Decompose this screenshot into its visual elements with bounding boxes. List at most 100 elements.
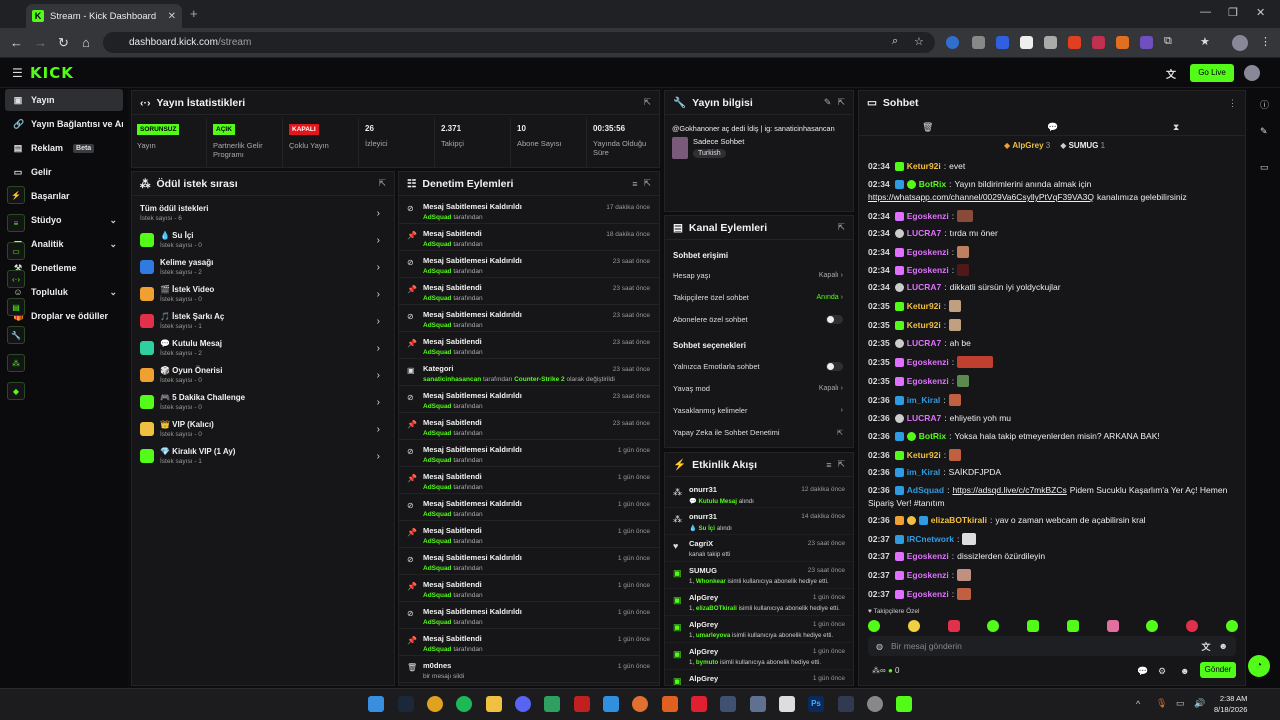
translate-icon[interactable]: 文 xyxy=(1202,640,1211,653)
popout-icon[interactable]: ⇱ xyxy=(837,459,845,470)
wrench-tool-icon[interactable]: 🔧 xyxy=(7,326,25,344)
app-icon[interactable] xyxy=(779,696,795,712)
popout-icon[interactable]: ⇱ xyxy=(837,222,845,233)
home-icon[interactable]: ⌂ xyxy=(82,35,90,50)
trash-icon[interactable]: 🗑 xyxy=(922,122,933,133)
emoji-icon[interactable]: ☻ xyxy=(1219,641,1228,651)
message-username[interactable]: BotRix xyxy=(919,179,946,189)
emote-icon[interactable] xyxy=(907,620,920,632)
mod-action-user[interactable]: AdSquad xyxy=(423,619,452,626)
back-icon[interactable]: ← xyxy=(10,35,23,50)
browser-profile-avatar[interactable] xyxy=(1232,35,1248,51)
mod-action-user[interactable]: AdSquad xyxy=(423,592,452,599)
mod-action-user[interactable]: AdSquad xyxy=(423,403,452,410)
hourglass-icon[interactable]: ⧗ xyxy=(1173,122,1179,133)
setting-slow-mode[interactable]: Yavaş mod Kapalı › xyxy=(665,384,853,393)
start-menu-icon[interactable] xyxy=(368,696,384,712)
app-icon[interactable] xyxy=(544,696,560,712)
extension-icon[interactable] xyxy=(1068,36,1081,49)
chat-tool-icon[interactable]: ▭ xyxy=(7,242,25,260)
setting-banned-words[interactable]: Yasaklanmış kelimeler › xyxy=(665,406,853,415)
popout-icon[interactable]: ⇱ xyxy=(837,97,845,108)
photoshop-app-icon[interactable]: Ps xyxy=(808,696,824,712)
zoom-icon[interactable]: ⌕ xyxy=(892,35,898,48)
list-tool-icon[interactable]: ≡ xyxy=(7,214,25,232)
extensions-puzzle-icon[interactable]: ⧉ xyxy=(1164,35,1172,48)
reward-tool-icon[interactable]: ⁂ xyxy=(7,354,25,372)
app-icon[interactable] xyxy=(750,696,766,712)
mod-action-user[interactable]: AdSquad xyxy=(423,295,452,302)
reward-row[interactable]: Kelime yasağı İstek sayısı - 2 › xyxy=(132,258,394,276)
reload-icon[interactable]: ↻ xyxy=(58,35,69,51)
emote-icon[interactable] xyxy=(1027,620,1040,632)
mod-action-user[interactable]: AdSquad xyxy=(423,430,452,437)
reward-row[interactable]: 🎵 İstek Şarkı Aç İstek sayısı - 1 › xyxy=(132,312,394,330)
edit-icon[interactable]: ✎ xyxy=(824,97,832,108)
message-username[interactable]: Egoskenzi xyxy=(907,570,949,580)
popout-icon[interactable]: ⇱ xyxy=(378,178,386,189)
app-icon[interactable] xyxy=(720,696,736,712)
system-clock[interactable]: 2:38 AM 8/18/2026 xyxy=(1214,693,1247,715)
bookmark-star-icon[interactable]: ☆ xyxy=(914,35,924,48)
translate-icon[interactable]: 文 xyxy=(1166,66,1176,81)
mod-action-user[interactable]: sanaticinhasancan xyxy=(423,376,481,383)
message-username[interactable]: im_Kiral xyxy=(907,467,941,477)
gifter-name[interactable]: AlpGrey xyxy=(1012,141,1043,150)
more-options-icon[interactable]: ⋮ xyxy=(1228,98,1237,109)
emote-only-toggle[interactable] xyxy=(826,362,843,371)
mod-action-user[interactable]: AdSquad xyxy=(423,646,452,653)
message-username[interactable]: Egoskenzi xyxy=(907,357,949,367)
channel-points[interactable]: ⁂∞ ● 0 xyxy=(872,666,899,675)
close-window-icon[interactable]: ✕ xyxy=(1256,6,1265,19)
send-button[interactable]: Gönder xyxy=(1200,662,1236,678)
message-username[interactable]: Ketur92i xyxy=(907,161,941,171)
user-avatar[interactable] xyxy=(1244,65,1260,81)
pencil-icon[interactable]: ✎ xyxy=(1260,126,1268,137)
mod-action-user[interactable]: AdSquad xyxy=(423,565,452,572)
message-username[interactable]: im_Kiral xyxy=(907,395,941,405)
reward-row[interactable]: 💧 Su İçi İstek sayısı - 0 › xyxy=(132,231,394,249)
extension-icon[interactable] xyxy=(1140,36,1153,49)
emote-icon[interactable] xyxy=(1106,620,1119,632)
gifter-name[interactable]: SUMUG xyxy=(1069,141,1099,150)
filter-icon[interactable]: ≡ xyxy=(826,460,831,470)
reward-row[interactable]: 👑 VIP (Kalıcı) İstek sayısı - 0 › xyxy=(132,420,394,438)
mod-action-user[interactable]: AdSquad xyxy=(423,484,452,491)
extension-icon[interactable] xyxy=(1044,36,1057,49)
steam-app-icon[interactable] xyxy=(398,696,414,712)
browser-menu-icon[interactable]: ⋮ xyxy=(1260,35,1271,48)
message-username[interactable]: Egoskenzi xyxy=(907,551,949,561)
message-username[interactable]: LUCRA7 xyxy=(907,338,941,348)
emote-icon[interactable] xyxy=(1146,620,1159,632)
setting-emote-only[interactable]: Yalnızca Emotlarla sohbet xyxy=(665,362,853,371)
extension-icon[interactable] xyxy=(1092,36,1105,49)
extension-icon[interactable] xyxy=(996,36,1009,49)
file-explorer-icon[interactable] xyxy=(486,696,502,712)
go-live-button[interactable]: Go Live xyxy=(1190,64,1234,82)
mod-action-user[interactable]: AdSquad xyxy=(423,241,452,248)
settings-gear-icon[interactable]: ⚙ xyxy=(1158,666,1166,677)
app-icon[interactable] xyxy=(603,696,619,712)
chrome-app-icon[interactable] xyxy=(427,696,443,712)
code-tool-icon[interactable]: ‹·› xyxy=(7,270,25,288)
gift-tool-icon[interactable]: ◆ xyxy=(7,382,25,400)
mod-action-user[interactable]: AdSquad xyxy=(423,214,452,221)
emote-icon[interactable] xyxy=(868,620,880,632)
mod-action-user[interactable]: AdSquad xyxy=(423,268,452,275)
setting-followers-only[interactable]: Takipçilere özel sohbet Anında › xyxy=(665,293,853,302)
extension-icon[interactable] xyxy=(1020,36,1033,49)
setting-ai-moderation[interactable]: Yapay Zeka ile Sohbet Denetimi ⇱ xyxy=(665,428,853,437)
info-icon[interactable]: ⓘ xyxy=(1260,98,1269,111)
message-username[interactable]: LUCRA7 xyxy=(907,228,941,238)
message-username[interactable]: Egoskenzi xyxy=(907,589,949,599)
chat-input[interactable]: ◍ Bir mesaj gönderin 文 ☻ xyxy=(868,636,1236,656)
message-link[interactable]: https://adsqd.live/c/c7mkBZCs xyxy=(952,485,1066,495)
sidebar-item-gelir[interactable]: ▭ Gelir xyxy=(5,161,123,183)
sidebar-item-yayin[interactable]: ▣ Yayın xyxy=(5,89,123,111)
emote-icon[interactable] xyxy=(1186,620,1199,632)
spotify-app-icon[interactable] xyxy=(456,696,472,712)
volume-icon[interactable]: 🔊 xyxy=(1194,698,1205,709)
subscribers-only-toggle[interactable] xyxy=(826,315,843,324)
channel-tool-icon[interactable]: ▤ xyxy=(7,298,25,316)
message-username[interactable]: Egoskenzi xyxy=(907,376,949,386)
